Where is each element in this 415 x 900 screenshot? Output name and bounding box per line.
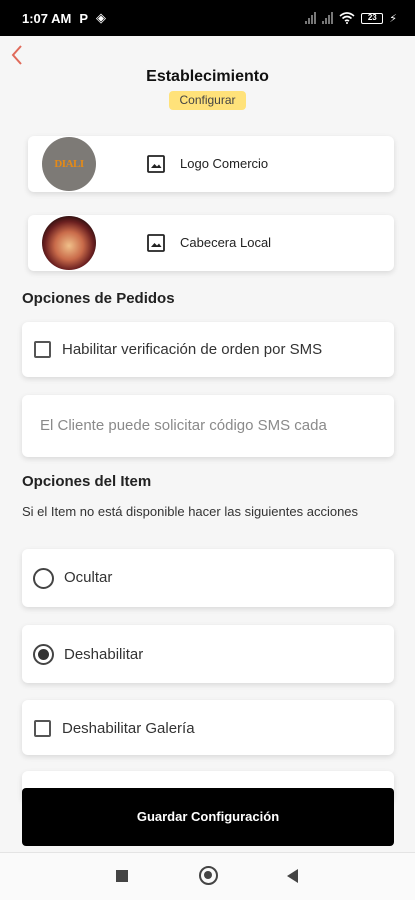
disable-gallery-label: Deshabilitar Galería — [62, 720, 195, 737]
hide-label: Ocultar — [64, 569, 113, 586]
disable-gallery-row[interactable]: Deshabilitar Galería — [22, 700, 394, 755]
image-icon — [147, 234, 165, 252]
sms-verification-label: Habilitar verificación de orden por SMS — [62, 341, 323, 358]
recents-icon[interactable] — [116, 870, 128, 882]
system-nav-bar — [0, 852, 415, 900]
disable-gallery-checkbox[interactable] — [34, 720, 51, 737]
signal-icon — [305, 12, 317, 24]
item-section-description: Si el Item no está disponible hacer las … — [22, 504, 359, 519]
logo-thumbnail: DIALI — [42, 137, 96, 191]
clock: 1:07 AM — [22, 10, 72, 26]
diamond-icon: ◈ — [96, 10, 107, 25]
orders-section-title: Opciones de Pedidos — [22, 290, 175, 307]
p-app-icon: P — [79, 10, 89, 26]
sms-interval-placeholder: El Cliente puede solicitar código SMS ca… — [40, 417, 327, 434]
logo-label: Logo Comercio — [180, 156, 269, 171]
battery-icon: 23 — [361, 12, 384, 24]
sms-interval-field[interactable]: El Cliente puede solicitar código SMS ca… — [22, 395, 394, 457]
logo-text: DIALI — [54, 158, 84, 170]
image-icon — [147, 155, 165, 173]
charging-icon: ⚡ — [389, 12, 397, 25]
status-bar: 1:07 AM P ◈ 23 ⚡ — [0, 0, 415, 36]
sms-verification-checkbox[interactable] — [34, 341, 51, 358]
wifi-icon — [339, 12, 355, 24]
disable-radio[interactable] — [33, 644, 54, 665]
header-label: Cabecera Local — [180, 235, 272, 250]
item-section-title: Opciones del Item — [22, 473, 152, 490]
signal-icon-2 — [322, 12, 334, 24]
disable-option-row[interactable]: Deshabilitar — [22, 625, 394, 683]
sms-verification-row[interactable]: Habilitar verificación de orden por SMS — [22, 322, 394, 377]
chevron-left-icon — [11, 45, 22, 65]
configure-badge: Configurar — [169, 91, 246, 110]
disable-label: Deshabilitar — [64, 646, 144, 663]
hide-option-row[interactable]: Ocultar — [22, 549, 394, 607]
back-button[interactable] — [6, 40, 30, 70]
save-configuration-button[interactable]: Guardar Configuración — [22, 788, 394, 846]
back-triangle-icon[interactable] — [287, 869, 298, 883]
header-upload-card[interactable]: Cabecera Local — [28, 215, 394, 271]
page-title: Establecimiento — [146, 68, 269, 85]
hide-radio[interactable] — [33, 568, 54, 589]
home-icon[interactable] — [199, 866, 218, 885]
logo-upload-card[interactable]: DIALI Logo Comercio — [28, 136, 394, 192]
header-thumbnail — [42, 216, 96, 270]
